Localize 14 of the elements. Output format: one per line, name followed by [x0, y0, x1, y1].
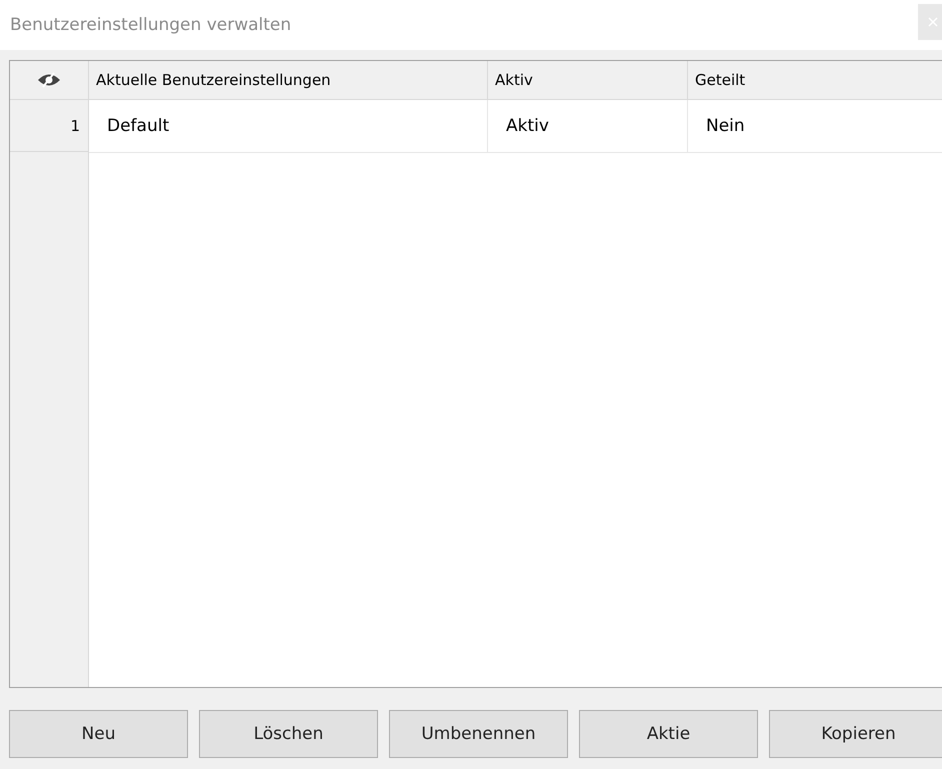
dialog-button[interactable]: Löschen — [199, 710, 378, 758]
dialog-button[interactable]: Kopieren — [769, 710, 942, 758]
column-header[interactable]: Geteilt — [688, 61, 942, 99]
column-header[interactable]: Aktiv — [488, 61, 688, 99]
dialog-button[interactable]: Umbenennen — [389, 710, 568, 758]
row-number: 1 — [10, 100, 88, 152]
window-title: Benutzereinstellungen verwalten — [10, 15, 292, 35]
table-cell: Nein — [688, 100, 942, 152]
dialog-button[interactable]: Neu — [9, 710, 188, 758]
table-cell: Aktiv — [488, 100, 688, 152]
table-cell: Default — [89, 100, 488, 152]
eye-icon[interactable] — [37, 72, 61, 88]
column-header[interactable]: Aktuelle Benutzereinstellungen — [89, 61, 488, 99]
dialog-button[interactable]: Aktie — [579, 710, 758, 758]
